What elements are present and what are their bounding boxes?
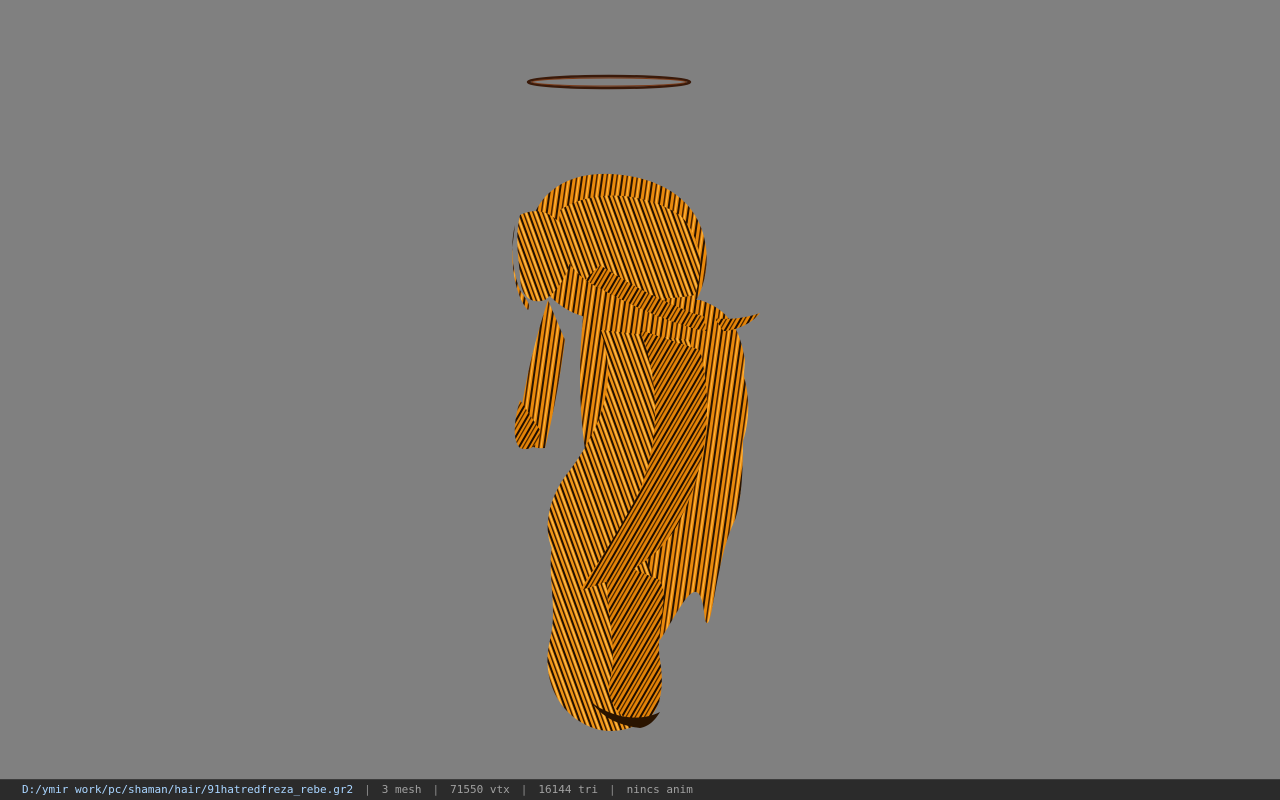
separator: | — [520, 783, 528, 796]
anim-info-label: nincs anim — [626, 783, 693, 796]
halo-ring — [526, 74, 692, 90]
mesh-count-label: 3 mesh — [381, 783, 422, 796]
status-bar: D:/ymir work/pc/shaman/hair/91hatredfrez… — [0, 779, 1280, 800]
model-render — [512, 74, 760, 731]
separator: | — [432, 783, 440, 796]
3d-viewport[interactable] — [0, 0, 1280, 779]
separator: | — [608, 783, 616, 796]
hair-mesh — [512, 173, 760, 731]
file-path-label: D:/ymir work/pc/shaman/hair/91hatredfrez… — [22, 783, 354, 796]
separator: | — [364, 783, 371, 796]
triangle-count-label: 16144 tri — [538, 783, 598, 796]
vertex-count-label: 71550 vtx — [450, 783, 510, 796]
